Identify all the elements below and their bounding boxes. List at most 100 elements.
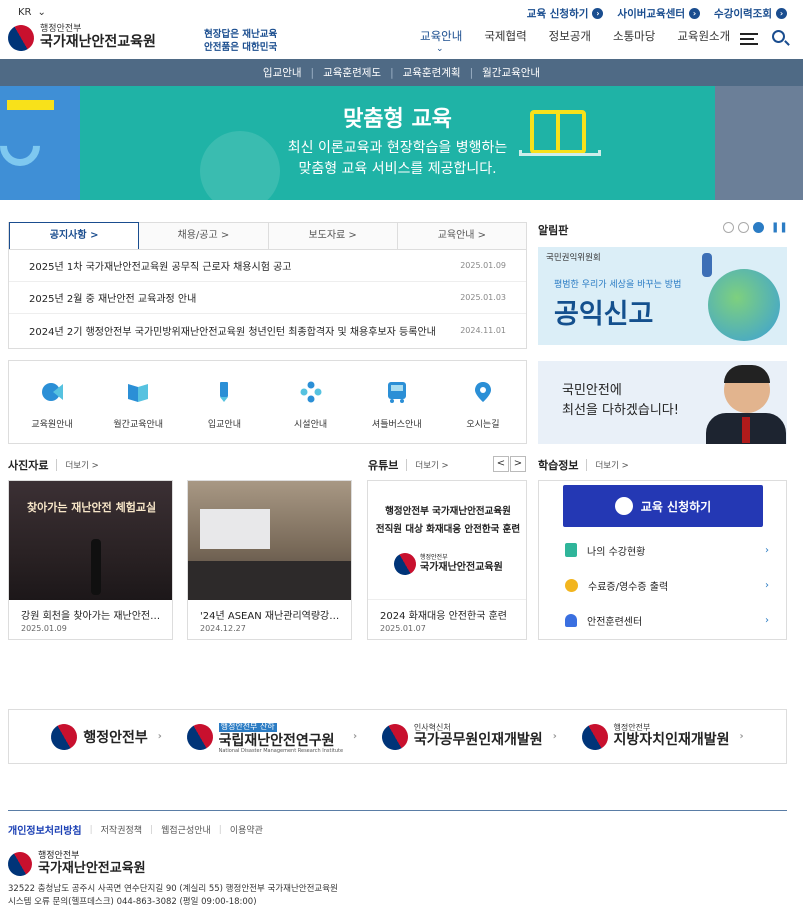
apply-education-button[interactable]: 교육 신청하기 bbox=[563, 485, 763, 527]
bell-icon bbox=[565, 613, 577, 627]
partner-lohrd[interactable]: 행정안전부 지방자치인재개발원 › bbox=[576, 718, 744, 755]
slogan-line2: 안전품은 대한민국 bbox=[204, 42, 278, 54]
quick-item-facility[interactable]: 시설안내 bbox=[268, 361, 354, 443]
subnav-item[interactable]: 입교안내 bbox=[254, 65, 311, 80]
chevron-right-icon: › bbox=[765, 579, 769, 591]
tab-press[interactable]: 보도자료 > bbox=[268, 223, 398, 249]
tab-notice[interactable]: 공지사항 > bbox=[9, 222, 140, 249]
list-item[interactable]: 2025년 1차 국가재난안전교육원 공무직 근로자 채용시험 공고 2025.0… bbox=[9, 250, 526, 282]
chevron-right-icon: › bbox=[353, 731, 358, 742]
learn-item-my-courses[interactable]: 나의 수강현황 › bbox=[565, 540, 769, 560]
nav-international[interactable]: 국제협력 bbox=[484, 28, 526, 44]
subnav-item[interactable]: 교육훈련계획 bbox=[394, 65, 470, 80]
nav-community[interactable]: 소통마당 bbox=[613, 28, 655, 44]
divider: | bbox=[150, 824, 154, 835]
institution-icon bbox=[42, 383, 64, 401]
next-arrow-icon[interactable]: > bbox=[510, 456, 526, 472]
partner-mois[interactable]: 행정안전부 › bbox=[46, 718, 162, 755]
subnav-item[interactable]: 교육훈련제도 bbox=[314, 65, 390, 80]
section-title: 사진자료 bbox=[8, 459, 49, 472]
tab-recruit[interactable]: 채용/공고 > bbox=[139, 223, 269, 249]
photo-card[interactable]: 찾아가는 재난안전 체험교실 강원 회천을 찾아가는 재난안전… 2025.01… bbox=[8, 480, 173, 640]
quick-item-admission[interactable]: 입교안내 bbox=[181, 361, 267, 443]
quick-label: 입교안내 bbox=[207, 420, 241, 430]
chevron-right-icon: › bbox=[739, 731, 744, 742]
learn-item-certificate[interactable]: 수료증/영수증 출력 › bbox=[565, 575, 769, 595]
quick-item-directions[interactable]: 오시는길 bbox=[440, 361, 526, 443]
search-icon[interactable] bbox=[772, 30, 785, 43]
quick-label: 시설안내 bbox=[294, 420, 328, 430]
partner-subtitle: National Disaster Management Research In… bbox=[218, 748, 344, 755]
slide-dot[interactable] bbox=[738, 222, 749, 233]
tab-education[interactable]: 교육안내 > bbox=[397, 223, 526, 249]
quick-item-monthly[interactable]: 월간교육안내 bbox=[95, 361, 181, 443]
video-title-line2: 전직원 대상 화재대응 안전한국 훈련 bbox=[375, 524, 521, 536]
banner-subtitle: 최신 이론교육과 현장학습을 병행하는 맞춤형 교육 서비스를 제공합니다. bbox=[0, 138, 795, 180]
logo-ministry: 행정안전부 bbox=[420, 554, 448, 562]
quick-item-shuttle[interactable]: 셔틀버스안내 bbox=[354, 361, 440, 443]
quick-label: 셔틀버스안내 bbox=[371, 420, 422, 430]
helpdesk-line: 시스템 오류 문의(헬프데스크) 044-863-3082 (평일 09:00-… bbox=[8, 896, 257, 907]
language-selector[interactable]: KR ⌄ bbox=[18, 7, 46, 18]
subnav-item[interactable]: 월간교육안내 bbox=[473, 65, 549, 80]
banner-subtitle-line2: 맞춤형 교육 서비스를 제공합니다. bbox=[298, 161, 497, 177]
site-logo[interactable]: 행정안전부 국가재난안전교육원 bbox=[3, 20, 156, 56]
top-link-apply[interactable]: 교육 신청하기 › bbox=[527, 6, 604, 21]
learning-panel: 교육 신청하기 나의 수강현황 › 수료증/영수증 출력 › 안전훈련센터 › bbox=[538, 480, 787, 640]
video-date: 2025.01.07 bbox=[380, 624, 426, 633]
logo-title: 국가재난안전교육원 bbox=[38, 860, 146, 876]
top-link-history[interactable]: 수강이력조회 › bbox=[714, 6, 787, 21]
nav-about[interactable]: 교육원소개 bbox=[677, 28, 730, 44]
notice-board: 공지사항 > 채용/공고 > 보도자료 > 교육안내 > 2025년 1차 국가… bbox=[8, 222, 527, 349]
pause-icon[interactable]: ❚❚ bbox=[771, 222, 788, 233]
quick-label: 교육원안내 bbox=[31, 420, 73, 430]
list-item[interactable]: 2025년 2월 중 재난안전 교육과정 안내 2025.01.03 bbox=[9, 282, 526, 314]
banner-title: 맞춤형 교육 bbox=[343, 107, 452, 132]
arrow-right-icon: › bbox=[689, 8, 701, 19]
slide-dot[interactable] bbox=[753, 222, 764, 233]
top-link-cyber[interactable]: 사이버교육센터 › bbox=[617, 6, 701, 21]
quick-item-about[interactable]: 교육원안내 bbox=[9, 361, 95, 443]
more-link[interactable]: 더보기 > bbox=[586, 459, 629, 471]
learn-label: 수료증/영수증 출력 bbox=[588, 581, 669, 593]
photo-card[interactable]: '24년 ASEAN 재난관리역량강… 2024.12.27 bbox=[187, 480, 352, 640]
bulletin-slide[interactable]: 국민권익위원회 평범한 우리가 세상을 바꾸는 방법 공익신고 bbox=[538, 247, 787, 345]
youtube-card[interactable]: 행정안전부 국가재난안전교육원 전직원 대상 화재대응 안전한국 훈련 행정안전부… bbox=[367, 480, 527, 640]
main-banner[interactable]: 맞춤형 교육 최신 이론교육과 현장학습을 병행하는 맞춤형 교육 서비스를 제공… bbox=[0, 86, 803, 211]
page: KR ⌄ 교육 신청하기 › 사이버교육센터 › 수강이력조회 › 행정안전부 국가재난안… bbox=[0, 0, 803, 912]
partner-ndmi[interactable]: 행정안전부 산하 국립재난안전연구원 National Disaster Manag… bbox=[181, 718, 358, 755]
nav-education[interactable]: 교육안내 ⌄ bbox=[420, 28, 462, 54]
main-nav: 교육안내 ⌄ 국제협력 정보공개 소통마당 교육원소개 bbox=[420, 28, 730, 54]
hamburger-menu-icon[interactable] bbox=[740, 33, 758, 45]
minister-photo bbox=[742, 417, 750, 443]
privacy-policy-link[interactable]: 개인정보처리방침 bbox=[8, 822, 82, 837]
notice-title: 2025년 2월 중 재난안전 교육과정 안내 bbox=[29, 294, 197, 305]
more-link[interactable]: 더보기 > bbox=[56, 459, 99, 471]
more-link[interactable]: 더보기 > bbox=[406, 459, 449, 471]
notice-tabs: 공지사항 > 채용/공고 > 보도자료 > 교육안내 > bbox=[9, 222, 526, 250]
prev-arrow-icon[interactable]: < bbox=[493, 456, 509, 472]
footer-address: 32522 충청남도 공주시 사곡면 연수단지길 90 (계실리 55) 행정안… bbox=[8, 883, 338, 909]
photo-date: 2024.12.27 bbox=[200, 624, 246, 633]
partner-nhi[interactable]: 인사혁신처 국가공무원인재개발원 › bbox=[377, 718, 557, 755]
photo-banner-text: 찾아가는 재난안전 체험교실 bbox=[27, 501, 157, 514]
chevron-down-icon: ⌄ bbox=[436, 44, 444, 54]
learn-label: 안전훈련센터 bbox=[587, 616, 643, 628]
document-icon bbox=[565, 543, 577, 557]
minister-banner[interactable]: 국민안전에 최선을 다하겠습니다! bbox=[538, 361, 787, 444]
arrow-right-icon: › bbox=[592, 8, 604, 19]
nav-info-disclosure[interactable]: 정보공개 bbox=[549, 28, 591, 44]
learn-item-safety-center[interactable]: 안전훈련센터 › bbox=[565, 610, 769, 630]
notice-date: 2025.01.09 bbox=[460, 261, 506, 270]
address-line: 32522 충청남도 공주시 사곡면 연수단지길 90 (계실리 55) 행정안… bbox=[8, 884, 338, 894]
terms-link[interactable]: 이용약관 bbox=[230, 823, 263, 836]
copyright-link[interactable]: 저작권정책 bbox=[101, 823, 142, 836]
photo-section-header: 사진자료 더보기 > bbox=[8, 457, 99, 473]
sub-nav: 입교안내 | 교육훈련제도 | 교육훈련계획 | 월간교육안내 bbox=[0, 59, 803, 86]
bulletin-title: 알림판 bbox=[538, 224, 569, 237]
divider: | bbox=[218, 824, 222, 835]
slide-dot[interactable] bbox=[723, 222, 734, 233]
accessibility-link[interactable]: 웹접근성안내 bbox=[161, 823, 211, 836]
list-item[interactable]: 2024년 2기 행정안전부 국가민방위재난안전교육원 청년인턴 최종합격자 및… bbox=[9, 314, 526, 346]
taegeuk-logo-icon bbox=[389, 548, 421, 580]
